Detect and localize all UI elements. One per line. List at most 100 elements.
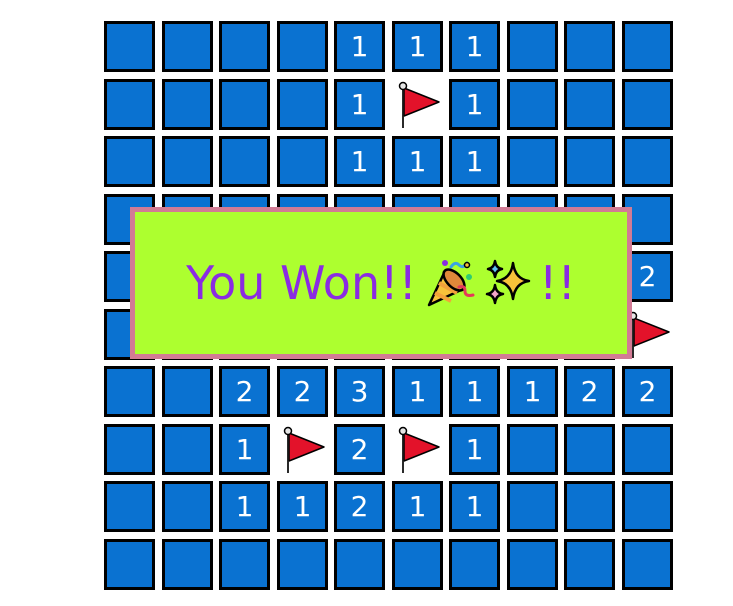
covered-cell[interactable] (507, 539, 558, 590)
cell-number: 1 (465, 29, 484, 63)
number-cell[interactable]: 3 (334, 366, 385, 417)
flagged-cell[interactable] (392, 424, 443, 475)
number-cell[interactable]: 1 (392, 136, 443, 187)
number-cell[interactable]: 1 (449, 79, 500, 130)
covered-cell[interactable] (104, 424, 155, 475)
covered-cell[interactable] (104, 539, 155, 590)
number-cell[interactable]: 1 (392, 21, 443, 72)
flag-icon (395, 80, 441, 130)
number-cell[interactable]: 2 (622, 366, 673, 417)
number-cell[interactable]: 2 (277, 366, 328, 417)
cell-number: 1 (408, 374, 427, 408)
covered-cell[interactable] (334, 539, 385, 590)
cell-number: 1 (465, 374, 484, 408)
number-cell[interactable]: 1 (219, 481, 270, 532)
flagged-cell[interactable] (392, 79, 443, 130)
cell-number: 2 (638, 259, 657, 293)
covered-cell[interactable] (507, 481, 558, 532)
covered-cell[interactable] (162, 539, 213, 590)
covered-cell[interactable] (162, 136, 213, 187)
covered-cell[interactable] (564, 539, 615, 590)
number-cell[interactable]: 2 (334, 424, 385, 475)
covered-cell[interactable] (622, 79, 673, 130)
number-cell[interactable]: 1 (277, 481, 328, 532)
number-cell[interactable]: 1 (334, 79, 385, 130)
covered-cell[interactable] (219, 79, 270, 130)
cell-number: 2 (293, 374, 312, 408)
cell-number: 1 (350, 144, 369, 178)
covered-cell[interactable] (564, 424, 615, 475)
covered-cell[interactable] (162, 481, 213, 532)
covered-cell[interactable] (162, 79, 213, 130)
covered-cell[interactable] (564, 136, 615, 187)
cell-number: 1 (465, 87, 484, 121)
covered-cell[interactable] (507, 136, 558, 187)
covered-cell[interactable] (507, 79, 558, 130)
cell-number: 1 (523, 374, 542, 408)
cell-number: 1 (235, 432, 254, 466)
cell-number: 2 (350, 489, 369, 523)
cell-number: 1 (408, 29, 427, 63)
covered-cell[interactable] (392, 539, 443, 590)
win-message: You Won!! !! (186, 256, 576, 310)
number-cell[interactable]: 1 (449, 424, 500, 475)
covered-cell[interactable] (622, 21, 673, 72)
cell-number: 1 (465, 489, 484, 523)
covered-cell[interactable] (219, 539, 270, 590)
covered-cell[interactable] (219, 136, 270, 187)
covered-cell[interactable] (564, 481, 615, 532)
covered-cell[interactable] (162, 21, 213, 72)
covered-cell[interactable] (104, 21, 155, 72)
cell-number: 1 (465, 144, 484, 178)
covered-cell[interactable] (162, 424, 213, 475)
covered-cell[interactable] (277, 539, 328, 590)
covered-cell[interactable] (277, 136, 328, 187)
covered-cell[interactable] (104, 366, 155, 417)
number-cell[interactable]: 1 (334, 136, 385, 187)
cell-number: 1 (235, 489, 254, 523)
covered-cell[interactable] (622, 481, 673, 532)
party-popper-icon (423, 257, 475, 309)
covered-cell[interactable] (104, 136, 155, 187)
cell-number: 1 (408, 489, 427, 523)
number-cell[interactable]: 1 (449, 366, 500, 417)
number-cell[interactable]: 2 (334, 481, 385, 532)
win-suffix: !! (539, 256, 576, 310)
cell-number: 2 (235, 374, 254, 408)
covered-cell[interactable] (219, 21, 270, 72)
covered-cell[interactable] (449, 539, 500, 590)
number-cell[interactable]: 1 (449, 481, 500, 532)
win-text: You Won!! (186, 256, 417, 310)
flag-icon (395, 425, 441, 475)
number-cell[interactable]: 1 (334, 21, 385, 72)
number-cell[interactable]: 2 (564, 366, 615, 417)
covered-cell[interactable] (622, 424, 673, 475)
covered-cell[interactable] (622, 136, 673, 187)
number-cell[interactable]: 1 (392, 366, 443, 417)
cell-number: 2 (580, 374, 599, 408)
covered-cell[interactable] (507, 21, 558, 72)
cell-number: 2 (638, 374, 657, 408)
covered-cell[interactable] (564, 21, 615, 72)
number-cell[interactable]: 1 (507, 366, 558, 417)
cell-number: 1 (293, 489, 312, 523)
number-cell[interactable]: 1 (449, 21, 500, 72)
covered-cell[interactable] (277, 21, 328, 72)
sparkles-icon (481, 257, 533, 309)
covered-cell[interactable] (162, 366, 213, 417)
covered-cell[interactable] (277, 79, 328, 130)
cell-number: 1 (350, 87, 369, 121)
number-cell[interactable]: 2 (219, 366, 270, 417)
covered-cell[interactable] (622, 539, 673, 590)
number-cell[interactable]: 1 (392, 481, 443, 532)
covered-cell[interactable] (507, 424, 558, 475)
cell-number: 1 (350, 29, 369, 63)
cell-number: 3 (350, 374, 369, 408)
number-cell[interactable]: 1 (219, 424, 270, 475)
covered-cell[interactable] (104, 481, 155, 532)
flagged-cell[interactable] (277, 424, 328, 475)
cell-number: 2 (350, 432, 369, 466)
covered-cell[interactable] (564, 79, 615, 130)
number-cell[interactable]: 1 (449, 136, 500, 187)
covered-cell[interactable] (104, 79, 155, 130)
